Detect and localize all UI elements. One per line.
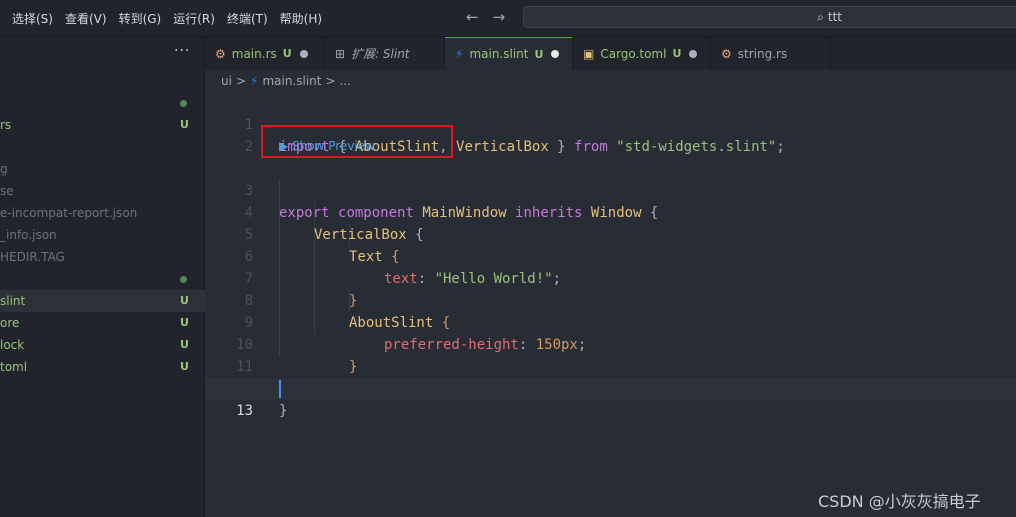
toml-file-icon: ▣ [583,46,595,61]
git-status-badge: U [180,118,189,131]
code-line: 8 AboutSlint { [205,268,1016,331]
tab-main-slint[interactable]: ⚡ main.slint U [445,37,573,70]
tree-item[interactable]: slint U [0,290,205,312]
slint-file-icon: ⚡ [250,74,259,88]
tab-label: main.rs [231,46,277,61]
code-line: 6 text: "Hello World!"; [205,224,1016,287]
extension-icon: ⊞ [335,46,346,61]
code-line: 12 } [205,356,1016,419]
tree-item[interactable]: rs U [0,114,205,136]
tree-item-label: toml [0,360,28,374]
tree-item-label: rs [0,118,12,132]
tree-item-label: se [0,184,14,198]
code-line: 9 preferred-height: 150px; [205,290,1016,353]
tab-string-rs[interactable]: ⚙ string.rs [711,37,831,70]
editor-tab-bar: ⚙ main.rs U ⊞ 扩展: Slint ⚡ main.slint U ▣… [205,37,1016,70]
tree-item-label: _info.json [0,228,57,242]
sidebar-header: ··· [0,37,205,70]
tree-item[interactable]: toml U [0,356,205,378]
unsaved-dot-icon[interactable] [299,49,308,58]
text-cursor [279,380,281,398]
menu-run[interactable]: 运行(R) [167,10,221,27]
code-line-current: 13 [205,378,1016,419]
tab-label: string.rs [737,46,788,61]
line-number: 2 [244,139,253,155]
breadcrumb-folder[interactable]: ui [221,74,232,88]
tab-label: 扩展: Slint [351,47,410,61]
code-line: 3 export component MainWindow inherits W… [205,158,1016,221]
command-center-text: ttt [827,10,842,24]
breadcrumb: ui > ⚡ main.slint > ... [205,70,1016,92]
navigation-arrows: ← → [466,8,505,26]
tree-item[interactable]: ore U [0,312,205,334]
menu-bar: 选择(S) 查看(V) 转到(G) 运行(R) 终端(T) 帮助(H) [6,0,328,36]
tab-status-badge: U [282,47,292,60]
annotation-highlight-box [261,125,453,158]
tree-item[interactable]: _info.json [0,224,205,246]
watermark: CSDN @小灰灰搞电子 [818,492,981,511]
more-actions-icon[interactable]: ··· [174,43,190,59]
line-number: 13 [236,403,253,419]
breadcrumb-more[interactable]: ... [340,74,351,88]
search-icon: ⌕ [817,9,824,24]
tree-item-label: e-incompat-report.json [0,206,138,220]
tab-status-badge: U [672,47,682,60]
code-line: 10 } [205,312,1016,375]
code-line: 11 } [205,334,1016,397]
title-bar: 选择(S) 查看(V) 转到(G) 运行(R) 终端(T) 帮助(H) ← → … [0,0,1016,37]
tree-item[interactable]: lock U [0,334,205,356]
forward-arrow-icon[interactable]: → [493,8,506,26]
git-status-badge: U [180,338,189,351]
code-line: 1 import { AboutSlint, VerticalBox } fro… [205,92,1016,155]
git-status-badge: U [180,316,189,329]
tree-item[interactable]: HEDIR.TAG [0,246,205,268]
back-arrow-icon[interactable]: ← [466,8,479,26]
modified-dot-icon [180,276,187,283]
code-line: 7 } [205,246,1016,309]
tab-label: Cargo.toml [600,46,667,61]
tree-item[interactable] [0,136,205,158]
breadcrumb-separator: > [325,74,336,88]
menu-view[interactable]: 查看(V) [59,10,113,27]
tab-main-rs[interactable]: ⚙ main.rs U [205,37,325,70]
tree-item-label: slint [0,294,26,308]
modified-dot-icon [180,100,187,107]
tab-status-badge: U [534,47,544,61]
unsaved-dot-icon[interactable] [551,50,560,58]
menu-selection[interactable]: 选择(S) [6,10,59,27]
tree-item[interactable]: e-incompat-report.json [0,202,205,224]
rust-file-icon: ⚙ [215,46,226,61]
git-status-badge: U [180,294,189,307]
tree-item[interactable] [0,92,205,114]
tree-item[interactable]: se [0,180,205,202]
tab-cargo-toml[interactable]: ▣ Cargo.toml U [573,37,711,70]
tree-item-label: HEDIR.TAG [0,250,65,264]
menu-terminal[interactable]: 终端(T) [221,10,274,27]
breadcrumb-separator: > [235,74,247,88]
tree-item[interactable] [0,268,205,290]
tree-item-label: ore [0,316,20,330]
code-line: 4 VerticalBox { [205,180,1016,243]
git-status-badge: U [180,360,189,373]
command-center-search[interactable]: ⌕ ttt [523,6,1016,28]
slint-file-icon: ⚡ [455,47,464,61]
menu-help[interactable]: 帮助(H) [274,10,328,27]
menu-go[interactable]: 转到(G) [113,10,168,27]
tab-label: main.slint [469,47,529,61]
tab-extension-slint[interactable]: ⊞ 扩展: Slint [325,37,445,70]
tree-item-label: lock [0,338,25,352]
tree-item[interactable]: g [0,158,205,180]
rust-file-icon: ⚙ [721,46,732,61]
unsaved-dot-icon[interactable] [689,49,698,58]
code-line: 5 Text { [205,202,1016,265]
explorer-sidebar: ··· rs Ug se e-incompat-report.json _info.js… [0,37,205,517]
tree-item-label: g [0,162,8,176]
breadcrumb-file[interactable]: main.slint [262,74,321,88]
